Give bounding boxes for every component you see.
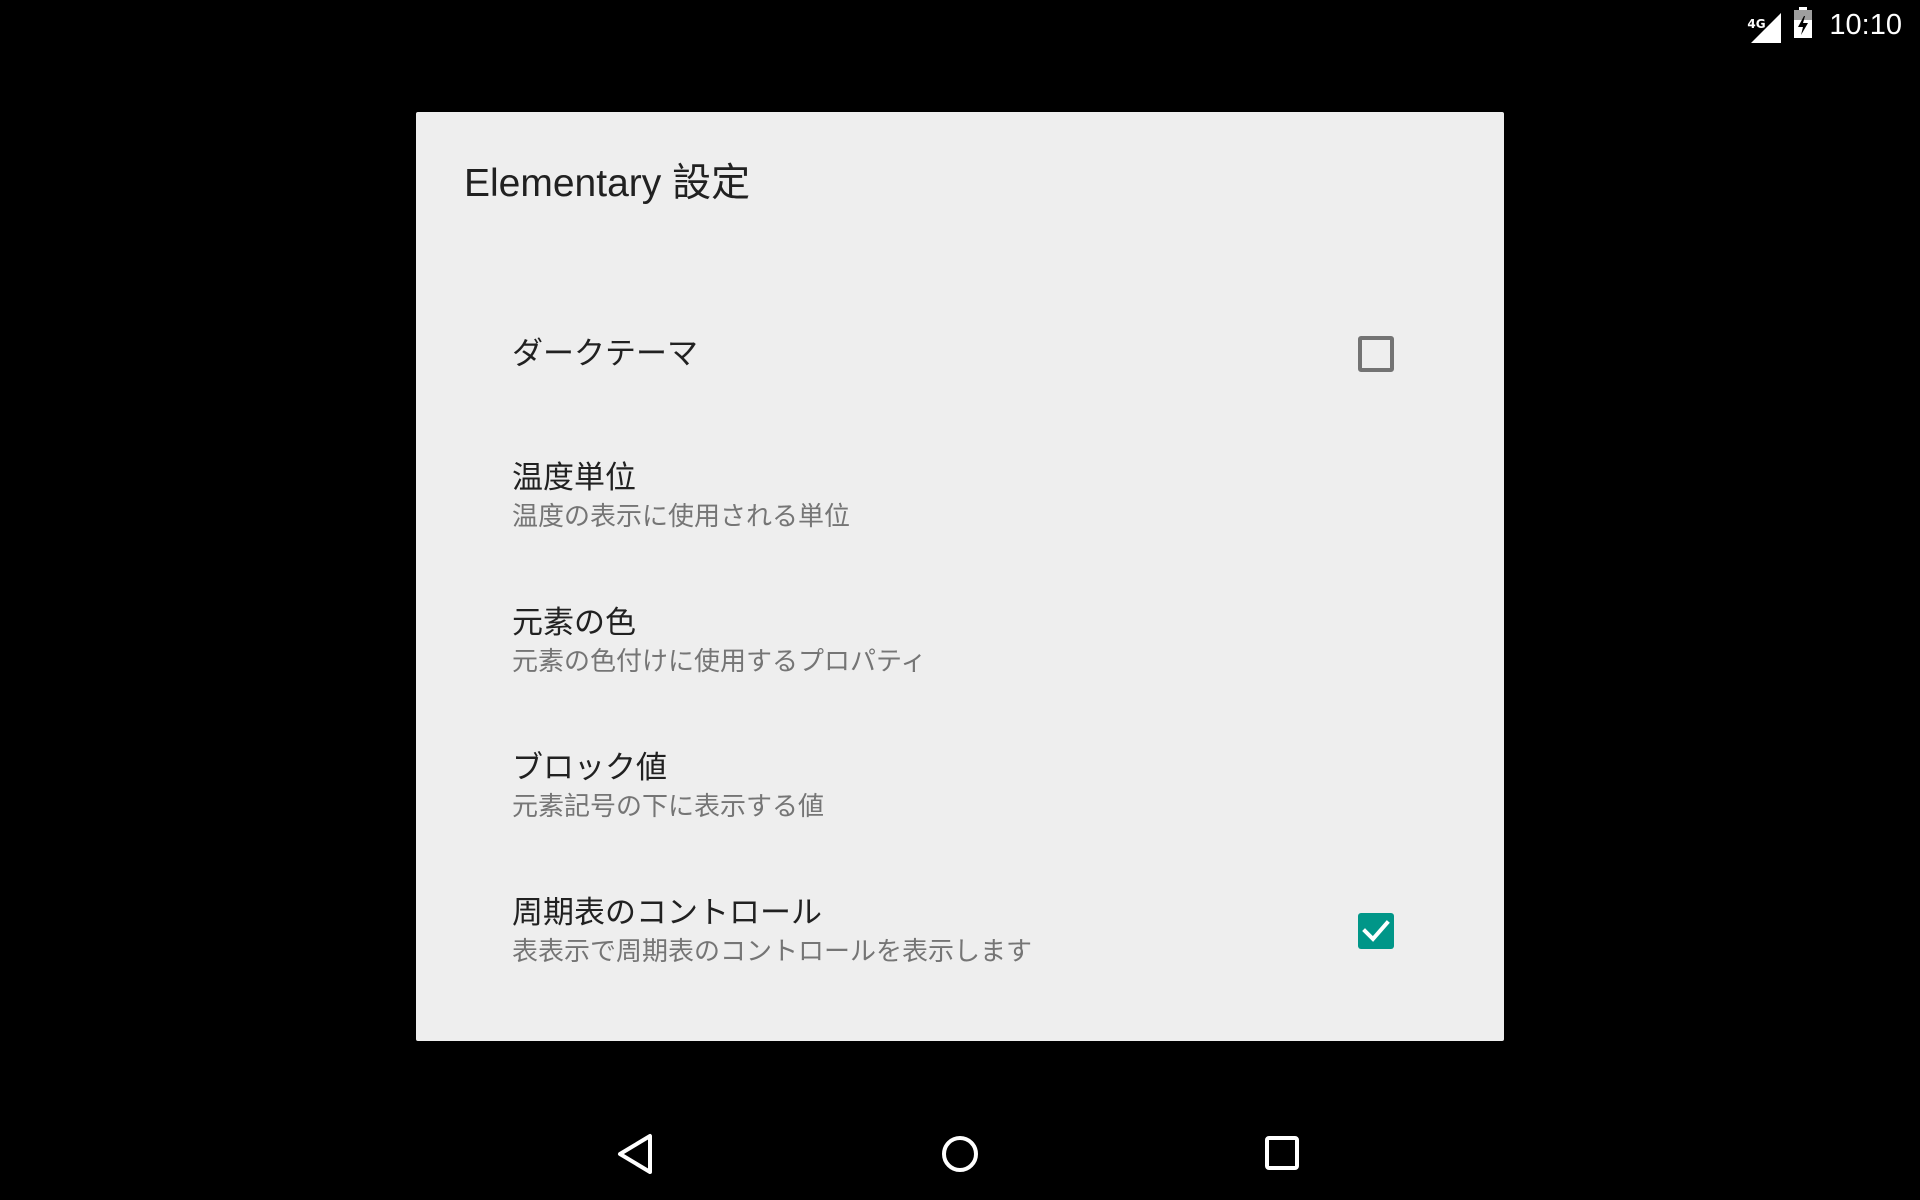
- status-clock: 10:10: [1829, 8, 1902, 41]
- status-icons: 4G 10:10: [1747, 0, 1902, 50]
- dark-theme-checkbox[interactable]: [1358, 336, 1394, 372]
- dialog-title: Elementary 設定: [464, 162, 751, 205]
- pref-summary: 表表示で周期表のコントロールを表示します: [512, 936, 1033, 967]
- pref-title: 温度単位: [512, 459, 636, 496]
- pref-text: 元素の色 元素の色付けに使用するプロパティ: [512, 602, 926, 680]
- back-icon[interactable]: [606, 1124, 666, 1184]
- preference-list: ダークテーマ 温度単位 温度の表示に使用される単位 元素の色 元素の色付けに使用…: [416, 285, 1504, 1003]
- status-bar: 4G 10:10: [0, 0, 1920, 50]
- home-icon[interactable]: [930, 1124, 990, 1184]
- pref-block-value[interactable]: ブロック値 元素記号の下に表示する値: [416, 713, 1504, 858]
- signal-icon: 4G: [1747, 7, 1783, 43]
- pref-summary: 元素の色付けに使用するプロパティ: [512, 646, 927, 677]
- battery-charging-icon: [1793, 7, 1813, 43]
- pref-summary: 元素記号の下に表示する値: [512, 791, 825, 822]
- pref-title: ブロック値: [512, 749, 667, 786]
- pref-summary: 温度の表示に使用される単位: [512, 501, 851, 532]
- pref-title: ダークテーマ: [512, 336, 698, 372]
- pref-element-color[interactable]: 元素の色 元素の色付けに使用するプロパティ: [416, 568, 1504, 713]
- checkmark-icon: [1362, 919, 1390, 942]
- pref-title: 元素の色: [512, 604, 636, 641]
- navigation-bar: [0, 1104, 1920, 1200]
- pref-text: 温度単位 温度の表示に使用される単位: [512, 457, 850, 535]
- pref-text: 周期表のコントロール 表表示で周期表のコントロールを表示します: [512, 892, 1032, 970]
- pref-title: 周期表のコントロール: [512, 894, 822, 931]
- pref-dark-theme[interactable]: ダークテーマ: [416, 285, 1504, 423]
- pref-table-controls[interactable]: 周期表のコントロール 表表示で周期表のコントロールを表示します: [416, 858, 1504, 1003]
- pref-text: ダークテーマ: [512, 333, 698, 375]
- table-controls-checkbox[interactable]: [1358, 912, 1394, 949]
- recents-icon[interactable]: [1253, 1124, 1313, 1184]
- pref-temperature-unit[interactable]: 温度単位 温度の表示に使用される単位: [416, 423, 1504, 568]
- pref-text: ブロック値 元素記号の下に表示する値: [512, 747, 824, 825]
- settings-dialog: Elementary 設定 ダークテーマ 温度単位 温度の表示に使用される単位 …: [416, 112, 1504, 1041]
